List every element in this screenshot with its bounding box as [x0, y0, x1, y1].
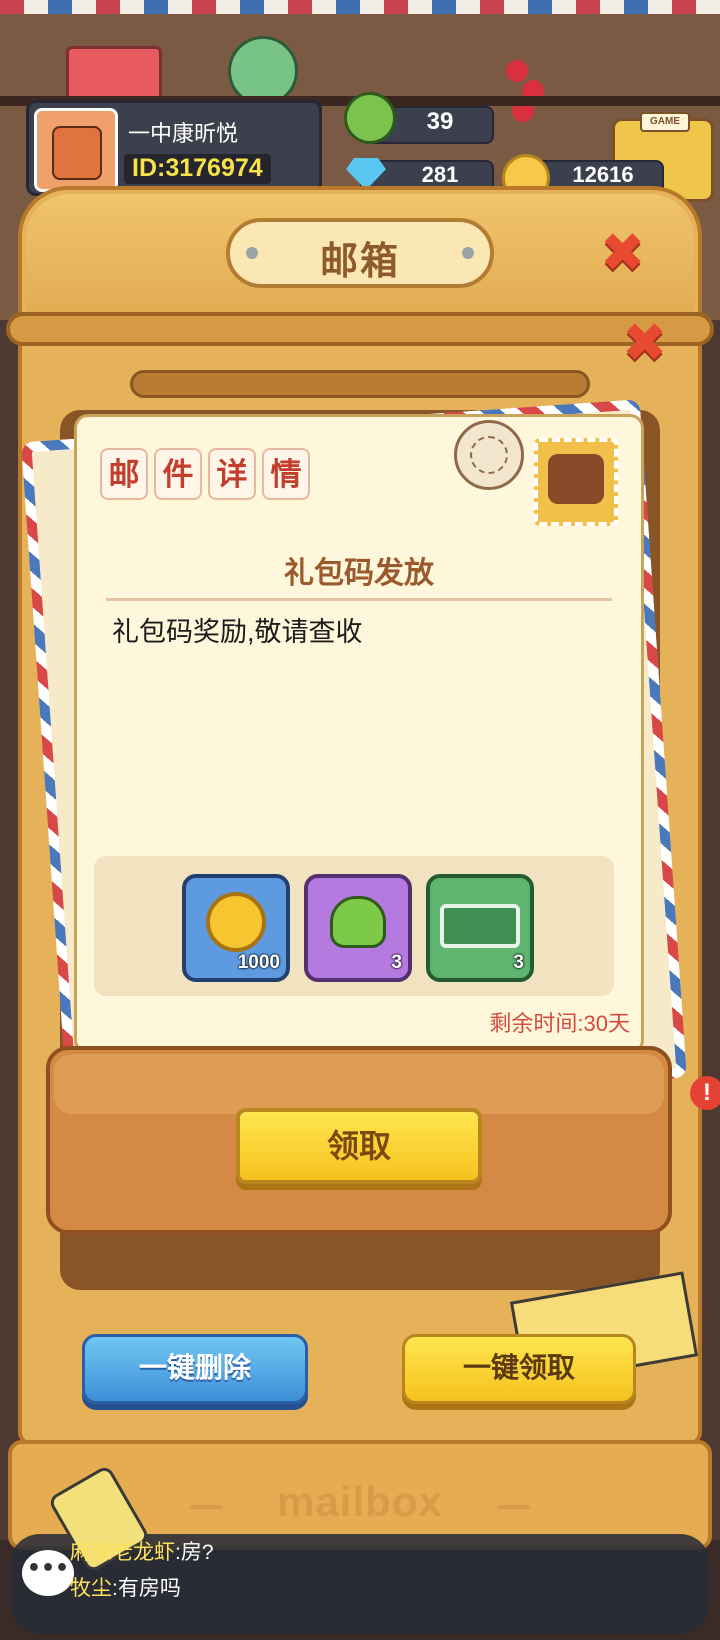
- candy-decoration: [506, 60, 528, 82]
- arcade-sign: GAME: [640, 112, 690, 132]
- coin-value: 12616: [572, 162, 634, 187]
- drawer-lip: [54, 1054, 664, 1114]
- striped-awning: [0, 0, 720, 14]
- reward-count: 3: [513, 952, 524, 973]
- frog-token-value: 39: [426, 108, 454, 135]
- mail-subject: 礼包码发放: [284, 557, 434, 590]
- gold-coin-icon: [206, 892, 266, 952]
- diamond-value: 281: [421, 162, 459, 187]
- reward-count: 3: [391, 952, 402, 973]
- expire-time: 剩余时间:30天: [489, 1011, 630, 1036]
- postmark-inner: [470, 436, 508, 474]
- mail-body: 礼包码奖励,敬请查收: [112, 617, 363, 647]
- chat-message: 牧尘:有房吗: [70, 1572, 181, 1602]
- chat-text: :房?: [175, 1541, 214, 1564]
- treasure-chest-icon: [440, 904, 520, 948]
- avatar-face-icon: [52, 126, 102, 180]
- claim-all-button[interactable]: 一键领取: [402, 1334, 636, 1404]
- frog-token-icon: [344, 92, 396, 144]
- close-icon[interactable]: ✖: [600, 226, 645, 280]
- chat-text: :有房吗: [112, 1577, 181, 1600]
- chat-message: 麻辣老龙虾:房?: [70, 1536, 214, 1566]
- close-icon[interactable]: ✖: [622, 316, 667, 370]
- player-name: 一中康昕悦: [128, 121, 239, 146]
- detail-tag-char: 邮: [100, 448, 148, 500]
- claim-button[interactable]: 领取: [236, 1108, 482, 1184]
- detail-tag-char: 情: [262, 448, 310, 500]
- player-id: ID:3176974: [124, 154, 271, 184]
- chat-dots-icon: •••: [26, 1556, 70, 1581]
- delete-all-button[interactable]: 一键删除: [82, 1334, 308, 1404]
- detail-tag-char: 详: [208, 448, 256, 500]
- chat-sender: 麻辣老龙虾: [70, 1541, 175, 1564]
- alert-badge[interactable]: !: [690, 1076, 720, 1110]
- mail-slot: [130, 370, 590, 398]
- stamp-character-icon: [548, 454, 604, 504]
- frog-token-icon: [330, 896, 386, 948]
- detail-tag-char: 件: [154, 448, 202, 500]
- divider: [106, 598, 612, 601]
- chat-sender: 牧尘: [70, 1577, 112, 1600]
- reward-count: 1000: [237, 952, 280, 973]
- board-rail: [6, 312, 714, 346]
- mailbox-title: 邮箱: [319, 241, 400, 283]
